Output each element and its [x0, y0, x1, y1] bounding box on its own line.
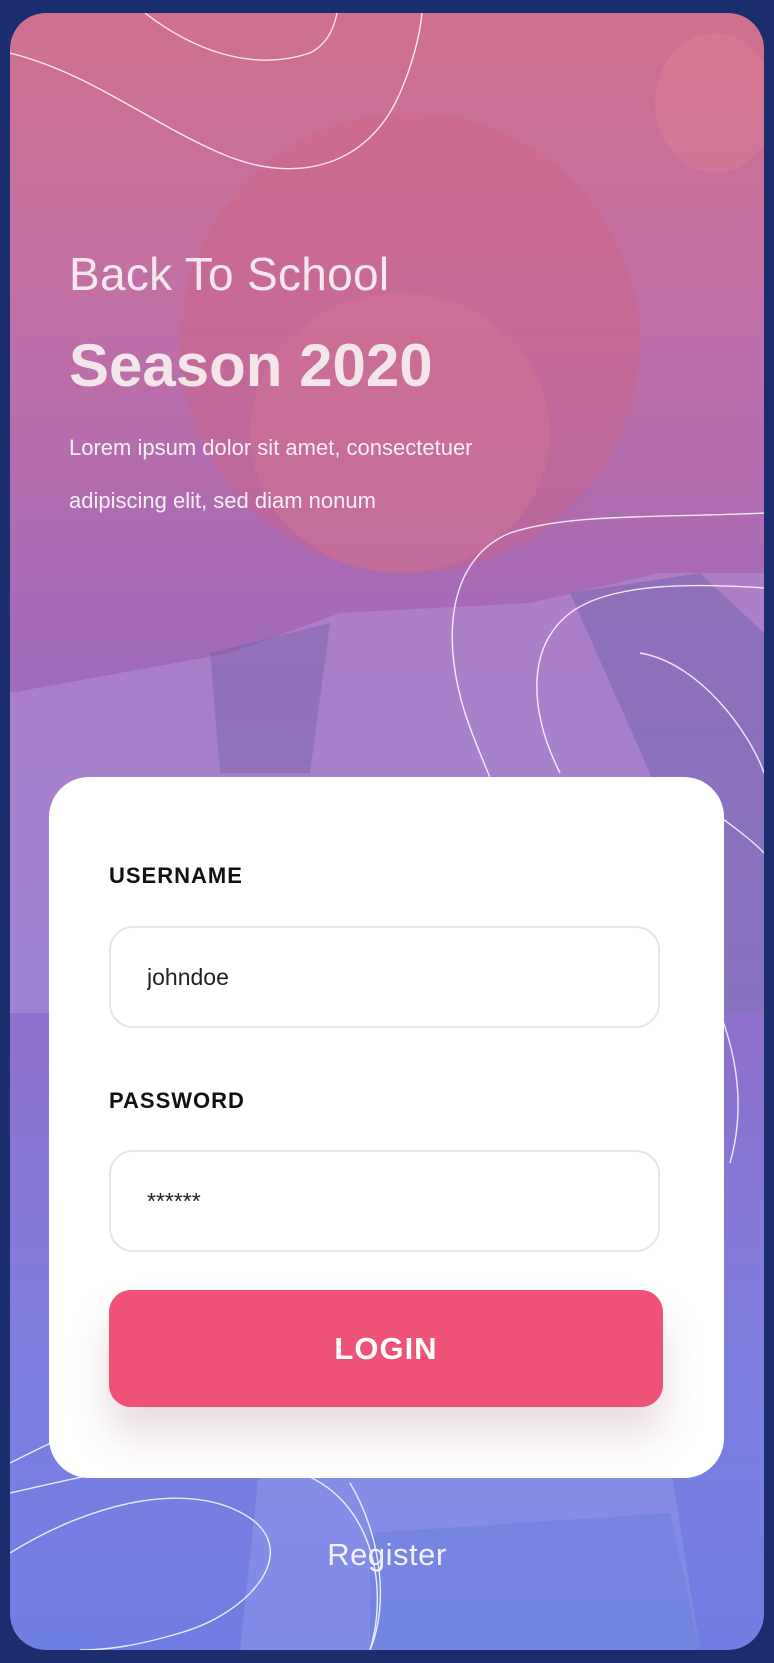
hero-description: Lorem ipsum dolor sit amet, consectetuer… [69, 435, 473, 513]
hero-subtitle: Back To School [69, 248, 390, 300]
login-button[interactable]: LOGIN [109, 1290, 663, 1407]
login-card: USERNAME PASSWORD LOGIN [49, 777, 724, 1478]
username-input[interactable] [111, 928, 658, 1026]
app-screen: Back To School Season 2020 Lorem ipsum d… [10, 13, 764, 1650]
username-field-box [109, 926, 660, 1028]
hero-title: Season 2020 [69, 332, 433, 399]
username-label: USERNAME [109, 863, 243, 888]
password-field-box [109, 1150, 660, 1252]
password-label: PASSWORD [109, 1088, 245, 1113]
password-input[interactable] [111, 1152, 658, 1250]
register-link[interactable]: Register [10, 1537, 764, 1573]
